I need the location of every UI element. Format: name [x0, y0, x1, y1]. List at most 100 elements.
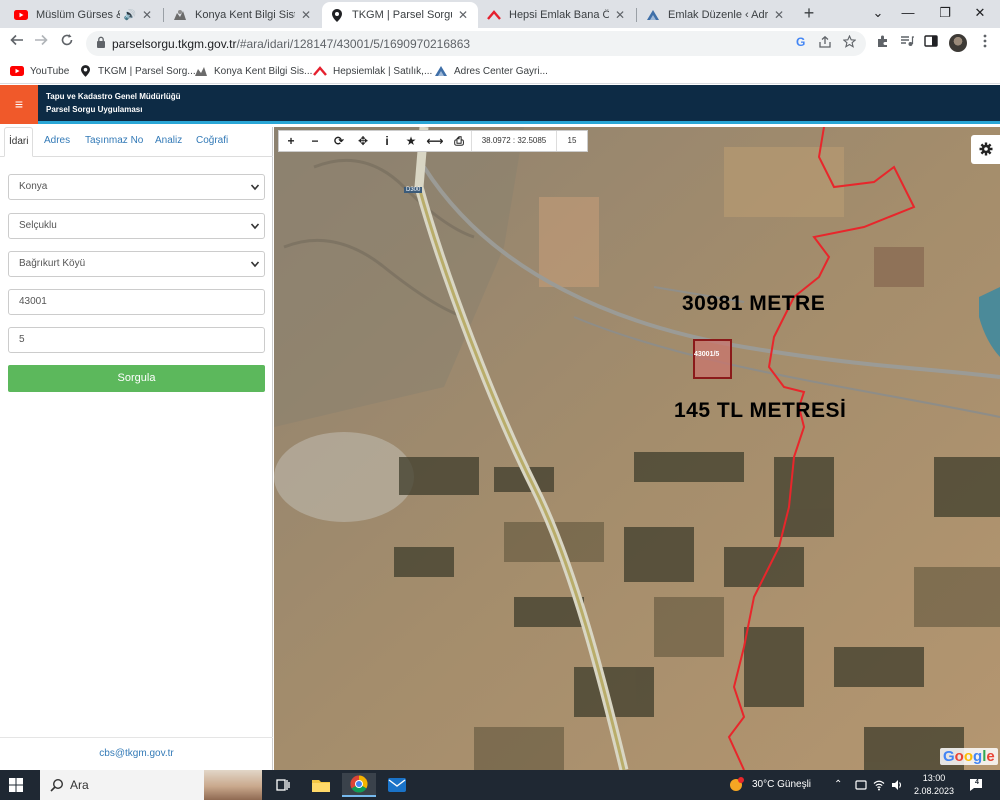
bookmark-konya-kent[interactable]: Konya Kent Bilgi Sis... — [194, 63, 312, 79]
zoom-in-button[interactable]: + — [279, 131, 303, 151]
chevron-up-icon[interactable]: ⌃ — [834, 779, 842, 790]
profile-avatar[interactable] — [949, 34, 967, 52]
close-tab-icon[interactable]: ✕ — [456, 8, 470, 22]
coordinate-readout: 38.0972 : 32.5085 — [471, 131, 557, 151]
bookmark-star-icon[interactable] — [840, 34, 858, 53]
bookmark-youtube[interactable]: YouTube — [10, 63, 69, 79]
neighborhood-value: Bağrıkurt Köyü — [19, 258, 86, 269]
print-button[interactable]: ⎙ — [447, 131, 471, 151]
search-highlight-image — [204, 770, 262, 800]
tab-idari[interactable]: İdari — [4, 127, 34, 157]
google-logo-text: Google — [943, 748, 995, 765]
menu-toggle-button[interactable]: ≡ — [0, 85, 38, 124]
refresh-button[interactable]: ⟳ — [327, 131, 351, 151]
google-translate-icon[interactable]: G — [792, 35, 810, 53]
site-header: ≡ Tapu ve Kadastro Genel Müdürlüğü Parse… — [0, 85, 1000, 124]
map-view[interactable]: D300 43001/5 30981 METRE 145 TL METRESİ … — [274, 127, 1000, 770]
kent-icon — [173, 8, 187, 22]
gear-icon — [979, 142, 992, 156]
speaker-icon[interactable]: 🔊 — [124, 10, 136, 21]
measure-button[interactable]: ⟷ — [423, 131, 447, 151]
address-bar[interactable]: parselsorgu.tkgm.gov.tr/#ara/idari/12814… — [86, 31, 866, 56]
forward-button[interactable] — [30, 32, 52, 54]
new-tab-button[interactable]: + — [798, 3, 820, 25]
contact-email-link[interactable]: cbs@tkgm.gov.tr — [0, 737, 273, 770]
task-view-icon[interactable] — [266, 773, 300, 797]
bookmark-tkgm[interactable]: TKGM | Parsel Sorg... — [78, 63, 196, 79]
search-icon — [50, 778, 64, 792]
minimize-button[interactable]: — — [888, 0, 928, 28]
wifi-icon[interactable] — [873, 779, 885, 794]
adres-center-icon — [434, 65, 448, 77]
tab-adres-center[interactable]: Emlak Düzenle ‹ Adres Ce ✕ — [638, 2, 794, 28]
clock-date[interactable]: 2.08.2023 — [910, 786, 958, 796]
mail-icon[interactable] — [380, 773, 414, 797]
chrome-taskbar-icon[interactable] — [342, 773, 376, 797]
neighborhood-select[interactable]: Bağrıkurt Köyü — [8, 251, 265, 277]
volume-icon[interactable] — [891, 779, 903, 794]
chevron-down-icon — [250, 184, 260, 191]
tab-analiz[interactable]: Analiz — [151, 127, 186, 157]
taskbar-search-box[interactable]: Ara — [40, 770, 262, 800]
weather-text[interactable]: 30°C Güneşli — [752, 779, 811, 790]
area-annotation: 30981 METRE — [682, 292, 826, 315]
district-select[interactable]: Selçuklu — [8, 213, 265, 239]
weather-icon[interactable] — [728, 777, 744, 796]
notification-count: 4 — [975, 779, 979, 786]
reload-icon — [61, 34, 73, 46]
bookmark-hepsiemlak[interactable]: Hepsiemlak | Satılık,... — [313, 63, 432, 79]
bookmark-label: Hepsiemlak | Satılık,... — [333, 65, 433, 77]
url-host: parselsorgu.tkgm.gov.tr — [112, 37, 237, 51]
meet-now-icon[interactable] — [855, 779, 867, 794]
close-window-button[interactable]: ✕ — [960, 0, 1000, 28]
tab-hepsi-emlak[interactable]: Hepsi Emlak Bana Özel ✕ — [479, 2, 635, 28]
locate-button[interactable]: ✥ — [351, 131, 375, 151]
selected-parcel[interactable] — [693, 339, 732, 379]
parcel-input[interactable]: 5 — [8, 327, 265, 353]
windows-start-icon[interactable] — [9, 778, 23, 792]
chrome-menu-icon[interactable] — [976, 34, 994, 52]
bookmark-adres-center[interactable]: Adres Center Gayri... — [434, 63, 548, 79]
restore-button[interactable]: ❐ — [925, 0, 965, 28]
query-tabs: İdari Adres Taşınmaz No Analiz Coğrafi — [0, 127, 273, 157]
zoom-out-button[interactable]: − — [303, 131, 327, 151]
map-settings-button[interactable] — [971, 135, 1000, 164]
file-explorer-icon[interactable] — [304, 773, 338, 797]
tab-tasinmaz-no[interactable]: Taşınmaz No — [81, 127, 147, 157]
map-pin-icon — [330, 8, 344, 22]
info-button[interactable]: i — [375, 131, 399, 151]
query-button[interactable]: Sorgula — [8, 365, 265, 392]
tab-muslum-gurses[interactable]: Müslüm Gürses & Fer 🔊 ✕ — [6, 2, 162, 28]
close-tab-icon[interactable]: ✕ — [772, 8, 786, 22]
side-panel-icon[interactable] — [922, 34, 940, 52]
tab-cografi[interactable]: Coğrafi — [192, 127, 232, 157]
province-select[interactable]: Konya — [8, 174, 265, 200]
close-tab-icon[interactable]: ✕ — [613, 8, 627, 22]
bookmark-label: YouTube — [30, 65, 70, 77]
kent-icon — [194, 65, 208, 77]
tab-adres[interactable]: Adres — [40, 127, 74, 157]
lock-icon — [97, 36, 105, 48]
youtube-icon — [14, 8, 28, 22]
tab-title: Emlak Düzenle ‹ Adres Ce — [668, 9, 768, 21]
extensions-icon[interactable] — [874, 34, 892, 52]
reload-button[interactable] — [56, 32, 78, 54]
favorite-button[interactable]: ★ — [399, 131, 423, 151]
back-button[interactable] — [6, 32, 28, 54]
zoom-level: 15 — [567, 136, 577, 145]
clock-time[interactable]: 13:00 — [914, 773, 954, 783]
district-value: Selçuklu — [19, 220, 57, 231]
media-control-icon[interactable] — [898, 34, 916, 52]
close-tab-icon[interactable]: ✕ — [140, 8, 154, 22]
hepsiemlak-icon — [487, 8, 501, 22]
notification-center-button[interactable]: 4 — [968, 777, 984, 796]
url-path: /#ara/idari/128147/43001/5/1690970216863 — [236, 37, 471, 51]
tab-tkgm-parsel[interactable]: TKGM | Parsel Sorgu Uyg ✕ — [322, 2, 478, 28]
block-input[interactable]: 43001 — [8, 289, 265, 315]
share-icon[interactable] — [816, 35, 834, 53]
parcel-value: 5 — [19, 334, 25, 345]
close-tab-icon[interactable]: ✕ — [299, 8, 313, 22]
arrow-left-icon — [10, 34, 23, 46]
tab-konya-kent[interactable]: Konya Kent Bilgi Sistemi ✕ — [165, 2, 321, 28]
satellite-imagery — [274, 127, 1000, 770]
